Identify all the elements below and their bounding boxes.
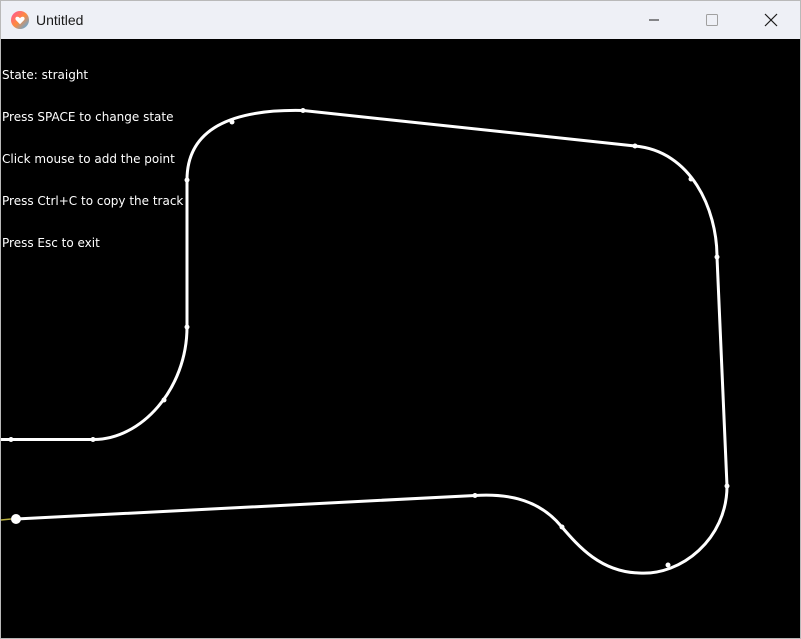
control-point[interactable] bbox=[184, 324, 190, 330]
control-point[interactable] bbox=[90, 437, 96, 442]
minimize-icon bbox=[649, 19, 659, 21]
state-text: State: straight bbox=[2, 68, 89, 82]
maximize-icon bbox=[706, 14, 718, 26]
title-bar[interactable]: Untitled bbox=[1, 1, 800, 39]
control-point[interactable] bbox=[632, 143, 638, 149]
track-editor-canvas[interactable]: State: straight Press SPACE to change st… bbox=[1, 39, 800, 638]
control-point[interactable] bbox=[714, 254, 720, 260]
help-line-copy: Press Ctrl+C to copy the track bbox=[2, 194, 184, 208]
control-point[interactable] bbox=[688, 176, 694, 182]
current-point[interactable] bbox=[11, 514, 21, 524]
control-point[interactable] bbox=[559, 524, 565, 530]
control-point[interactable] bbox=[8, 437, 14, 442]
control-point[interactable] bbox=[724, 483, 730, 489]
control-point[interactable] bbox=[472, 493, 478, 498]
help-line-click: Click mouse to add the point bbox=[2, 152, 175, 166]
hud-overlay: State: straight Press SPACE to change st… bbox=[2, 40, 183, 278]
maximize-button[interactable] bbox=[689, 1, 735, 39]
control-point[interactable] bbox=[229, 119, 235, 125]
help-line-space: Press SPACE to change state bbox=[2, 110, 174, 124]
heart-app-icon bbox=[11, 11, 29, 29]
close-icon bbox=[764, 13, 778, 27]
close-button[interactable] bbox=[748, 1, 794, 39]
control-point[interactable] bbox=[184, 177, 190, 183]
track-tail bbox=[1, 518, 12, 521]
window-title: Untitled bbox=[36, 12, 84, 28]
app-window: Untitled State: straight Press SPACE to … bbox=[0, 0, 801, 639]
control-point[interactable] bbox=[300, 108, 306, 113]
minimize-button[interactable] bbox=[631, 1, 677, 39]
control-point[interactable] bbox=[161, 397, 167, 403]
control-point[interactable] bbox=[665, 562, 671, 568]
help-line-exit: Press Esc to exit bbox=[2, 236, 100, 250]
